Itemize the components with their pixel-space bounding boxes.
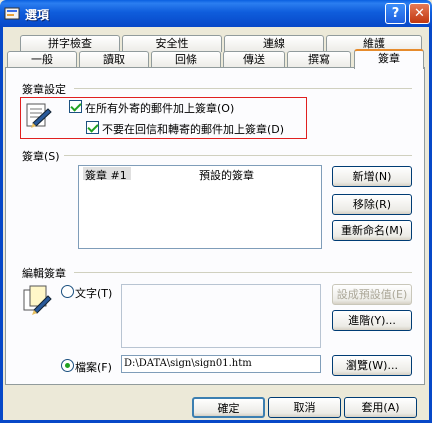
signatures-list[interactable]: 簽章 #1 預設的簽章 [78, 165, 322, 249]
options-app-icon [4, 5, 21, 22]
cancel-button[interactable]: 取消 [268, 397, 341, 418]
tab-read[interactable]: 讀取 [79, 51, 149, 68]
tab-compose[interactable]: 撰寫 [287, 51, 351, 68]
close-button[interactable]: ✕ [409, 3, 430, 24]
tab-connection[interactable]: 連線 [224, 35, 324, 52]
ok-button[interactable]: 確定 [192, 397, 265, 418]
help-button[interactable]: ? [385, 3, 406, 24]
tab-send[interactable]: 傳送 [223, 51, 285, 68]
apply-button[interactable]: 套用(A) [344, 397, 417, 418]
signature-text-area[interactable] [121, 284, 321, 348]
tab-spelling[interactable]: 拼字檢查 [20, 35, 120, 52]
text-radio[interactable] [61, 285, 74, 298]
rename-signature-button[interactable]: 重新命名(M) [332, 220, 412, 241]
remove-signature-button[interactable]: 移除(R) [332, 194, 412, 215]
window-title: 選項 [25, 8, 50, 22]
advanced-button[interactable]: 進階(Y)... [332, 310, 412, 331]
signature-default-label: 預設的簽章 [199, 169, 254, 182]
signature-name[interactable]: 簽章 #1 [85, 167, 127, 183]
file-radio[interactable] [61, 359, 74, 372]
tab-signatures[interactable]: 簽章 [354, 49, 424, 69]
tab-security[interactable]: 安全性 [122, 35, 222, 52]
tab-receipts[interactable]: 回條 [151, 51, 221, 68]
set-default-button[interactable]: 設成預設值(E) [332, 284, 412, 305]
tab-general[interactable]: 一般 [7, 51, 77, 68]
file-path-input[interactable]: D:\DATA\sign\sign01.htm [121, 355, 321, 373]
title-bar[interactable]: 選項 ? ✕ [0, 0, 432, 27]
browse-button[interactable]: 瀏覽(W)... [332, 355, 412, 376]
new-signature-button[interactable]: 新增(N) [332, 166, 412, 187]
